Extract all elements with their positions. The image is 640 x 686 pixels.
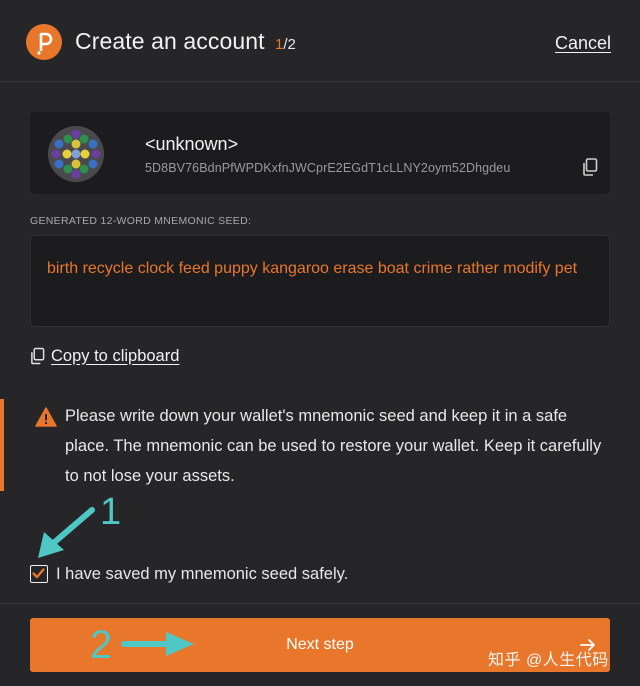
step-total: /2 [283,36,296,53]
warning-text: Please write down your wallet's mnemonic… [65,407,602,485]
account-card: <unknown> 5D8BV76BdnPfWPDKxfnJWCprE2EGdT… [30,112,610,194]
warning-notice: Please write down your wallet's mnemonic… [0,399,640,491]
account-name: <unknown> [145,134,239,154]
next-step-label: Next step [286,636,354,653]
annotation-arrow-one: 1 [38,491,121,558]
warning-icon [35,407,57,427]
copy-to-clipboard-label: Copy to clipboard [51,346,180,365]
mnemonic-seed-text: birth recycle clock feed puppy kangaroo … [47,260,578,277]
copy-to-clipboard-link[interactable]: Copy to clipboard [30,344,179,368]
polkadot-logo-icon [26,24,62,60]
step-indicator: 1/2 [275,36,296,53]
page-title: Create an account [75,28,265,54]
copy-icon[interactable] [582,158,598,176]
saved-seed-checkbox[interactable] [30,565,48,583]
copy-icon [31,347,45,365]
account-address: 5D8BV76BdnPfWPDKxfnJWCprE2EGdT1cLLNY2oym… [145,161,511,175]
annotation-arrow-two: 2 [90,623,194,666]
annotation-number-two: 2 [90,623,112,666]
saved-seed-label: I have saved my mnemonic seed safely. [56,564,349,583]
checkmark-icon [32,568,45,579]
identicon-avatar [48,126,104,182]
saved-seed-checkbox-row[interactable]: I have saved my mnemonic seed safely. [30,562,348,586]
header: Create an account 1/2 Cancel [0,0,640,82]
seed-label: GENERATED 12-WORD MNEMONIC SEED: [30,215,252,227]
watermark: 知乎 @人生代码 [488,652,609,669]
seed-box: birth recycle clock feed puppy kangaroo … [30,235,610,327]
annotation-number-one: 1 [100,491,121,533]
divider [0,603,640,604]
cancel-link[interactable]: Cancel [555,33,611,54]
